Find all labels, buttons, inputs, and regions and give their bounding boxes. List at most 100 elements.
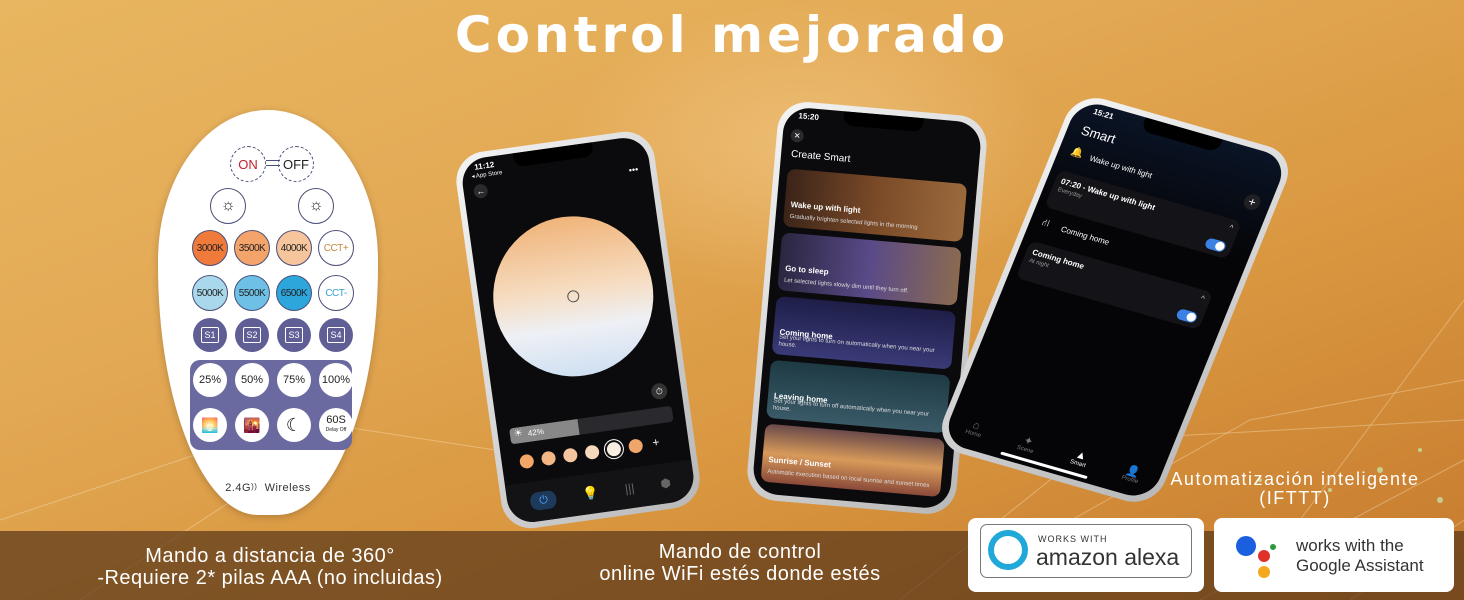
item-label: Coming home [1059, 224, 1111, 247]
cool-temp-button[interactable]: 6500K [276, 275, 312, 311]
sun-minus-icon: ☼ [308, 197, 324, 214]
card-title: Go to sleep [784, 263, 829, 277]
smart-template-card[interactable]: Coming home Set your lights to turn on au… [771, 296, 957, 370]
timer-icon: ⏱ [655, 385, 664, 397]
phone-notch [842, 111, 924, 133]
alexa-badge: WORKS WITH amazon alexa [968, 518, 1204, 592]
mode-button[interactable]: 🌅 [193, 408, 227, 442]
scene-button[interactable]: S2 [235, 318, 269, 352]
card-description: Set your lights to turn on automatically… [778, 334, 935, 355]
add-button[interactable]: + [1241, 192, 1263, 212]
color-swatch[interactable] [540, 450, 557, 467]
bell-icon: 🔔 [1068, 146, 1085, 161]
item-label: Wake up with light [1088, 153, 1154, 181]
tab-home[interactable]: ⌂ Home [964, 418, 987, 440]
more-icon[interactable]: ••• [628, 164, 639, 175]
tab-scene[interactable]: ✦ Scene [1016, 433, 1040, 455]
phone-color-temp: 11:12 ◂ App Store ← ••• ⏱ ☀ 42% + ⏻ 💡 ||… [452, 127, 704, 533]
scene-label: S4 [327, 327, 345, 343]
level-button[interactable]: 100% [319, 363, 353, 397]
alexa-logo-icon [988, 530, 1028, 570]
chevron-up-icon[interactable]: ^ [1228, 223, 1235, 232]
sunrise-icon: 🌅 [201, 417, 219, 433]
scene-label: S1 [201, 327, 219, 343]
scene-label: S3 [285, 327, 303, 343]
warm-temp-button[interactable]: 3000K [192, 230, 228, 266]
toggle-switch[interactable] [1175, 308, 1199, 324]
smart-heading: Smart [1079, 122, 1119, 147]
off-button[interactable]: OFF [278, 146, 314, 182]
automation-caption: Automatización inteligente (IFTTT) [1170, 469, 1420, 508]
on-button[interactable]: ON [230, 146, 266, 182]
scene-button[interactable]: S4 [319, 318, 353, 352]
chevron-up-icon[interactable]: ^ [1199, 294, 1206, 303]
delay-sub-label: Delay Off [325, 427, 347, 433]
smart-template-card[interactable]: Leaving home Set your lights to turn off … [766, 359, 951, 434]
page-title: Control mejorado [454, 6, 1010, 64]
sunset-icon: 🌇 [243, 417, 261, 433]
brightness-slider[interactable]: ☀ 42% [509, 405, 674, 445]
scene-label: S2 [243, 327, 261, 343]
create-smart-heading: Create Smart [790, 148, 851, 165]
back-button[interactable]: ← [472, 183, 489, 200]
status-time: 15:21 [1091, 107, 1116, 122]
level-button[interactable]: 50% [235, 363, 269, 397]
status-time: 15:20 [798, 111, 820, 123]
wireless-label: 2.4G)) Wireless [225, 482, 311, 494]
add-swatch-button[interactable]: + [651, 435, 660, 450]
music-icon[interactable]: ||| [624, 481, 635, 496]
remote-caption: Mando a distancia de 360° -Requiere 2* p… [97, 545, 443, 589]
road-icon: ⛙ [1040, 217, 1052, 230]
cool-temp-button[interactable]: CCT- [318, 275, 354, 311]
scene-button[interactable]: S1 [193, 318, 227, 352]
card-description: Gradually brighten selected lights in th… [789, 213, 918, 232]
card-title: Wake up with light [790, 199, 861, 216]
card-description: Automatic execution based on local sunri… [767, 468, 930, 490]
color-swatch[interactable] [584, 444, 601, 461]
remote-control: ON OFF ☼ ☼ 2.4G)) Wireless 3000K 3500K 400… [158, 110, 378, 515]
level-button[interactable]: 25% [193, 363, 227, 397]
phone-create-smart: 15:20 ✕ Create Smart Wake up with light G… [744, 99, 990, 517]
smart-template-card[interactable]: Sunrise / Sunset Automatic execution base… [760, 423, 945, 498]
card-title: Sunrise / Sunset [768, 455, 832, 470]
color-temperature-wheel[interactable] [482, 205, 664, 387]
brightness-up-button[interactable]: ☼ [210, 188, 246, 224]
phone-smart-list: 15:21 Smart + 🔔 Wake up with light 07:20 -… [932, 91, 1298, 509]
tab-smart[interactable]: ▲ Smart [1068, 448, 1091, 470]
delay-label: 60S [326, 414, 346, 426]
smart-template-card[interactable]: Wake up with light Gradually brighten sel… [782, 168, 968, 243]
wheel-picker-handle[interactable] [566, 289, 581, 304]
scene-button[interactable]: S3 [277, 318, 311, 352]
cool-temp-button[interactable]: 5000K [192, 275, 228, 311]
warm-temp-button[interactable]: 3500K [234, 230, 270, 266]
app-caption: Mando de control online WiFi estés donde… [599, 541, 881, 585]
mode-button[interactable]: 🌇 [235, 408, 269, 442]
timer-button[interactable]: ⏱ [650, 382, 669, 401]
card-description: Set your lights to turn off automaticall… [772, 398, 930, 418]
color-swatch[interactable] [562, 447, 579, 464]
color-swatch[interactable] [518, 453, 535, 470]
item-label: Coming home [1030, 247, 1086, 271]
level-button[interactable]: 75% [277, 363, 311, 397]
close-icon[interactable]: ✕ [790, 128, 805, 143]
sun-plus-icon: ☼ [220, 197, 236, 214]
cool-temp-button[interactable]: 5500K [234, 275, 270, 311]
hex-icon[interactable]: ⬢ [659, 476, 671, 491]
warm-temp-button[interactable]: 4000K [276, 230, 312, 266]
brightness-down-button[interactable]: ☼ [298, 188, 334, 224]
color-swatch[interactable] [606, 441, 622, 458]
mode-button[interactable]: 60S Delay Off [319, 408, 353, 442]
warm-temp-button[interactable]: CCT+ [318, 230, 354, 266]
bulb-icon[interactable]: 💡 [582, 485, 600, 503]
mode-button[interactable]: ☾ [277, 408, 311, 442]
card-description: Let selected lights slowly dim until the… [783, 277, 909, 295]
bottom-nav: ⏻ 💡 ||| ⬢ [504, 459, 697, 526]
sun-icon: ☀ [513, 427, 524, 440]
color-swatch[interactable] [627, 438, 644, 455]
smart-template-card[interactable]: Go to sleep Let selected lights slowly di… [777, 232, 962, 306]
toggle-switch[interactable] [1203, 237, 1228, 253]
moon-icon: ☾ [285, 415, 303, 435]
phone-notch [512, 142, 594, 168]
power-icon[interactable]: ⏻ [529, 489, 558, 512]
google-assistant-badge: works with the Google Assistant [1214, 518, 1454, 592]
